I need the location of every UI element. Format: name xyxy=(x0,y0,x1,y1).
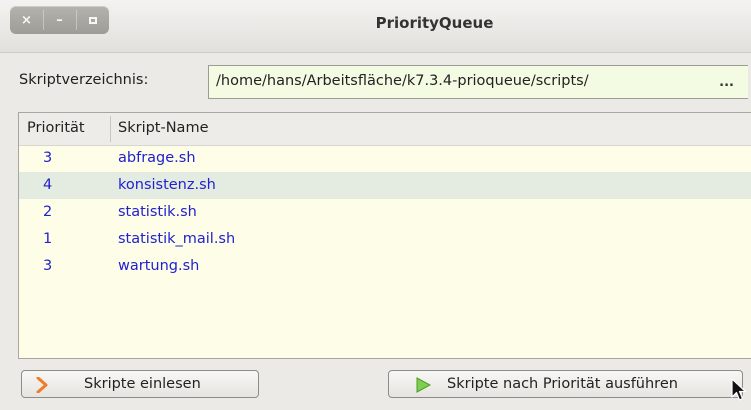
scripts-table[interactable]: Priorität Skript-Name 3 abfrage.sh 4 konsis… xyxy=(18,112,751,359)
priority-cell[interactable]: 1 xyxy=(43,231,52,247)
run-by-priority-label: Skripte nach Priorität ausführen xyxy=(447,376,678,392)
table-row[interactable]: 2 statistik.sh xyxy=(19,199,751,226)
priority-cell[interactable]: 3 xyxy=(43,258,52,274)
directory-path-value[interactable]: /home/hans/Arbeitsfläche/k7.3.4-prioqueu… xyxy=(216,73,589,89)
script-name-cell[interactable]: konsistenz.sh xyxy=(118,177,216,193)
priority-cell[interactable]: 3 xyxy=(43,150,52,166)
script-name-cell[interactable]: wartung.sh xyxy=(118,258,199,274)
browse-button[interactable]: ... xyxy=(719,75,734,90)
read-scripts-button[interactable]: Skripte einlesen xyxy=(21,370,259,398)
table-row[interactable]: 3 abfrage.sh xyxy=(19,145,751,172)
script-name-cell[interactable]: abfrage.sh xyxy=(118,150,196,166)
directory-field[interactable]: /home/hans/Arbeitsfläche/k7.3.4-prioqueu… xyxy=(208,65,748,99)
table-row[interactable]: 3 wartung.sh xyxy=(19,253,751,280)
window-title: PriorityQueue xyxy=(375,14,494,32)
run-by-priority-button[interactable]: Skripte nach Priorität ausführen xyxy=(388,370,743,398)
priority-cell[interactable]: 4 xyxy=(43,177,52,193)
chevron-right-icon xyxy=(36,376,48,397)
script-name-cell[interactable]: statistik_mail.sh xyxy=(118,231,235,247)
directory-label: Skriptverzeichnis: xyxy=(19,72,149,88)
title-bar: × – PriorityQueue xyxy=(0,0,751,53)
play-icon xyxy=(415,377,432,397)
table-header: Priorität Skript-Name xyxy=(19,113,751,146)
column-divider[interactable] xyxy=(110,116,111,142)
table-row[interactable]: 4 konsistenz.sh xyxy=(19,172,751,199)
read-scripts-label: Skripte einlesen xyxy=(84,376,201,392)
column-header-priority[interactable]: Priorität xyxy=(27,120,85,136)
table-row[interactable]: 1 statistik_mail.sh xyxy=(19,226,751,253)
mouse-pointer-icon xyxy=(731,378,747,406)
script-name-cell[interactable]: statistik.sh xyxy=(118,204,197,220)
priority-cell[interactable]: 2 xyxy=(43,204,52,220)
column-header-script-name[interactable]: Skript-Name xyxy=(118,120,209,136)
